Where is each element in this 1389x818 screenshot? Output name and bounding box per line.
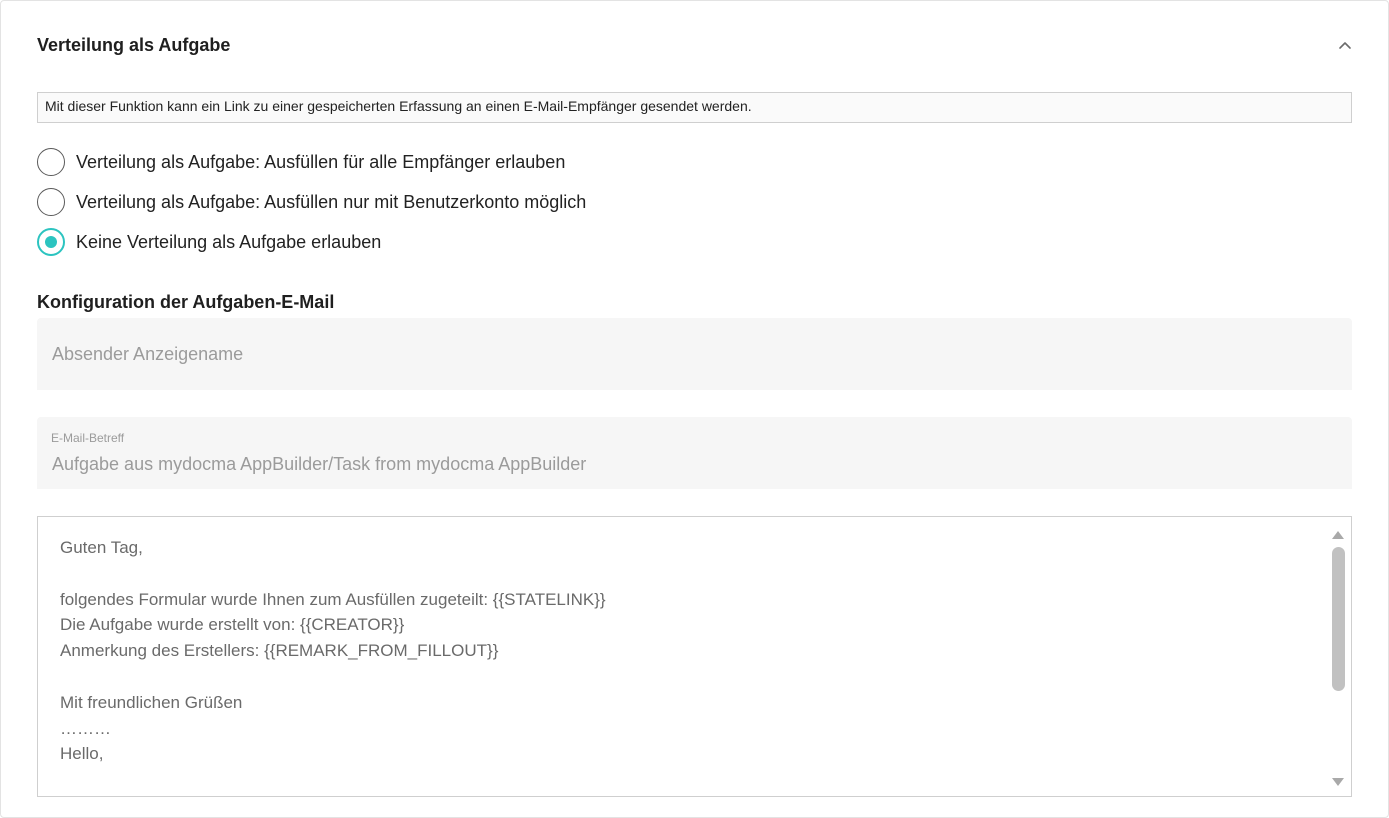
scroll-up-arrow-icon[interactable]: [1331, 527, 1345, 539]
email-body-text[interactable]: Guten Tag, folgendes Formular wurde Ihne…: [60, 535, 1321, 790]
radio-label: Verteilung als Aufgabe: Ausfüllen für al…: [76, 151, 566, 172]
vertical-scrollbar[interactable]: [1325, 517, 1351, 796]
info-box: Mit dieser Funktion kann ein Link zu ein…: [37, 92, 1352, 123]
radio-option-account-only[interactable]: Verteilung als Aufgabe: Ausfüllen nur mi…: [37, 187, 586, 217]
chevron-up-icon[interactable]: [1333, 33, 1357, 57]
email-body-textarea[interactable]: Guten Tag, folgendes Formular wurde Ihne…: [37, 516, 1352, 797]
section-title: Verteilung als Aufgabe: [37, 35, 231, 55]
radio-button-selected[interactable]: [37, 228, 65, 256]
sender-name-input[interactable]: [37, 318, 1352, 390]
task-distribution-panel: Verteilung als Aufgabe Mit dieser Funkti…: [0, 0, 1389, 818]
email-config-title: Konfiguration der Aufgaben-E-Mail: [37, 292, 335, 312]
radio-label: Keine Verteilung als Aufgabe erlauben: [76, 231, 382, 252]
scrollbar-thumb[interactable]: [1332, 547, 1345, 691]
sender-name-field[interactable]: [37, 318, 1352, 390]
radio-option-no-distribution[interactable]: Keine Verteilung als Aufgabe erlauben: [37, 227, 381, 257]
radio-option-allow-all[interactable]: Verteilung als Aufgabe: Ausfüllen für al…: [37, 147, 565, 177]
email-subject-field[interactable]: E-Mail-Betreff: [37, 417, 1352, 489]
scroll-down-arrow-icon[interactable]: [1331, 774, 1345, 786]
radio-label: Verteilung als Aufgabe: Ausfüllen nur mi…: [76, 191, 587, 212]
radio-button[interactable]: [37, 148, 65, 176]
radio-button[interactable]: [37, 188, 65, 216]
email-subject-input[interactable]: [37, 417, 1352, 489]
section-header[interactable]: Verteilung als Aufgabe: [37, 33, 1357, 63]
